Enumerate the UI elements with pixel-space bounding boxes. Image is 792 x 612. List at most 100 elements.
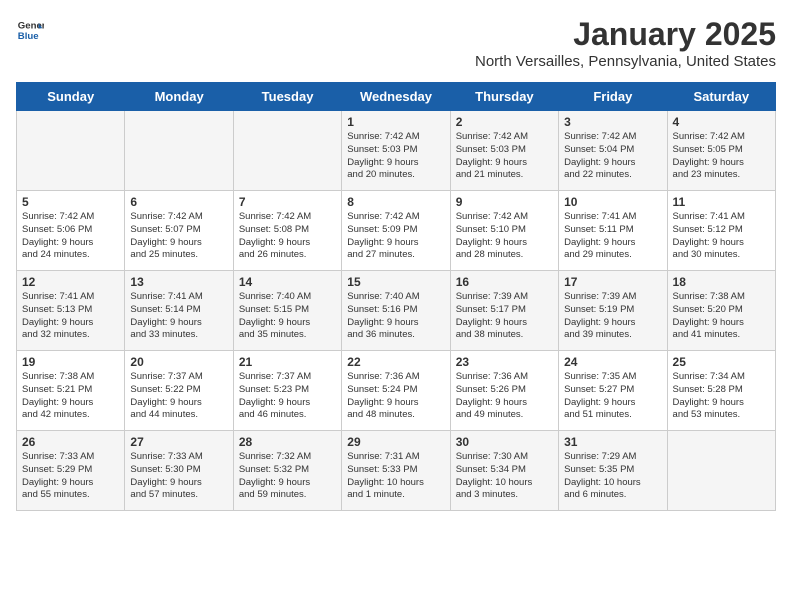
- day-number: 1: [347, 115, 444, 129]
- header: General Blue General Blue January 2025 N…: [16, 16, 776, 70]
- calendar-day-6: 6 Sunrise: 7:42 AM Sunset: 5:07 PM Daylig…: [125, 191, 233, 271]
- day-content: Sunrise: 7:37 AM Sunset: 5:22 PM Dayligh…: [130, 371, 227, 422]
- day-number: 24: [564, 355, 661, 369]
- day-number: 14: [239, 275, 336, 289]
- weekday-header-thursday: Thursday: [450, 83, 558, 111]
- day-number: 3: [564, 115, 661, 129]
- calendar-day-29: 29 Sunrise: 7:31 AM Sunset: 5:33 PM Dayli…: [342, 431, 450, 511]
- day-number: 18: [673, 275, 770, 289]
- calendar-day-31: 31 Sunrise: 7:29 AM Sunset: 5:35 PM Dayli…: [559, 431, 667, 511]
- day-number: 20: [130, 355, 227, 369]
- day-number: 15: [347, 275, 444, 289]
- calendar-day-25: 25 Sunrise: 7:34 AM Sunset: 5:28 PM Dayli…: [667, 351, 775, 431]
- day-content: Sunrise: 7:34 AM Sunset: 5:28 PM Dayligh…: [673, 371, 770, 422]
- calendar-day-26: 26 Sunrise: 7:33 AM Sunset: 5:29 PM Dayli…: [17, 431, 125, 511]
- day-content: Sunrise: 7:41 AM Sunset: 5:12 PM Dayligh…: [673, 211, 770, 262]
- day-number: 6: [130, 195, 227, 209]
- day-content: Sunrise: 7:36 AM Sunset: 5:24 PM Dayligh…: [347, 371, 444, 422]
- weekday-header-saturday: Saturday: [667, 83, 775, 111]
- day-number: 22: [347, 355, 444, 369]
- calendar-day-empty: [667, 431, 775, 511]
- day-number: 10: [564, 195, 661, 209]
- day-number: 4: [673, 115, 770, 129]
- calendar-day-27: 27 Sunrise: 7:33 AM Sunset: 5:30 PM Dayli…: [125, 431, 233, 511]
- day-number: 2: [456, 115, 553, 129]
- day-content: Sunrise: 7:40 AM Sunset: 5:16 PM Dayligh…: [347, 291, 444, 342]
- day-content: Sunrise: 7:37 AM Sunset: 5:23 PM Dayligh…: [239, 371, 336, 422]
- calendar-day-10: 10Sunrise: 7:41 AM Sunset: 5:11 PM Dayli…: [559, 191, 667, 271]
- day-number: 27: [130, 435, 227, 449]
- day-number: 19: [22, 355, 119, 369]
- day-content: Sunrise: 7:33 AM Sunset: 5:30 PM Dayligh…: [130, 451, 227, 502]
- calendar-day-4: 4 Sunrise: 7:42 AM Sunset: 5:05 PM Daylig…: [667, 111, 775, 191]
- title-section: January 2025 North Versailles, Pennsylva…: [475, 16, 776, 70]
- calendar-day-23: 23 Sunrise: 7:36 AM Sunset: 5:26 PM Dayli…: [450, 351, 558, 431]
- day-content: Sunrise: 7:31 AM Sunset: 5:33 PM Dayligh…: [347, 451, 444, 502]
- calendar-day-empty: [17, 111, 125, 191]
- day-number: 28: [239, 435, 336, 449]
- logo-icon: General Blue: [16, 16, 44, 44]
- day-content: Sunrise: 7:41 AM Sunset: 5:13 PM Dayligh…: [22, 291, 119, 342]
- weekday-header-tuesday: Tuesday: [233, 83, 341, 111]
- day-number: 17: [564, 275, 661, 289]
- day-content: Sunrise: 7:30 AM Sunset: 5:34 PM Dayligh…: [456, 451, 553, 502]
- day-content: Sunrise: 7:42 AM Sunset: 5:06 PM Dayligh…: [22, 211, 119, 262]
- day-content: Sunrise: 7:42 AM Sunset: 5:09 PM Dayligh…: [347, 211, 444, 262]
- calendar-day-20: 20 Sunrise: 7:37 AM Sunset: 5:22 PM Dayli…: [125, 351, 233, 431]
- calendar-day-30: 30Sunrise: 7:30 AM Sunset: 5:34 PM Dayli…: [450, 431, 558, 511]
- calendar-day-12: 12Sunrise: 7:41 AM Sunset: 5:13 PM Dayli…: [17, 271, 125, 351]
- weekday-header-wednesday: Wednesday: [342, 83, 450, 111]
- calendar-day-16: 16Sunrise: 7:39 AM Sunset: 5:17 PM Dayli…: [450, 271, 558, 351]
- calendar-day-2: 2 Sunrise: 7:42 AM Sunset: 5:03 PM Daylig…: [450, 111, 558, 191]
- day-content: Sunrise: 7:38 AM Sunset: 5:21 PM Dayligh…: [22, 371, 119, 422]
- day-content: Sunrise: 7:35 AM Sunset: 5:27 PM Dayligh…: [564, 371, 661, 422]
- day-number: 23: [456, 355, 553, 369]
- weekday-header-sunday: Sunday: [17, 83, 125, 111]
- calendar-week-row: 26 Sunrise: 7:33 AM Sunset: 5:29 PM Dayli…: [17, 431, 776, 511]
- calendar-day-21: 21Sunrise: 7:37 AM Sunset: 5:23 PM Dayli…: [233, 351, 341, 431]
- calendar-subtitle: North Versailles, Pennsylvania, United S…: [475, 53, 776, 70]
- day-number: 25: [673, 355, 770, 369]
- weekday-header-monday: Monday: [125, 83, 233, 111]
- day-content: Sunrise: 7:42 AM Sunset: 5:07 PM Dayligh…: [130, 211, 227, 262]
- day-number: 5: [22, 195, 119, 209]
- calendar-day-15: 15 Sunrise: 7:40 AM Sunset: 5:16 PM Dayli…: [342, 271, 450, 351]
- day-content: Sunrise: 7:36 AM Sunset: 5:26 PM Dayligh…: [456, 371, 553, 422]
- calendar-day-14: 14Sunrise: 7:40 AM Sunset: 5:15 PM Dayli…: [233, 271, 341, 351]
- calendar-day-8: 8Sunrise: 7:42 AM Sunset: 5:09 PM Daylig…: [342, 191, 450, 271]
- day-number: 31: [564, 435, 661, 449]
- calendar-day-28: 28 Sunrise: 7:32 AM Sunset: 5:32 PM Dayli…: [233, 431, 341, 511]
- day-content: Sunrise: 7:42 AM Sunset: 5:05 PM Dayligh…: [673, 131, 770, 182]
- calendar-week-row: 5 Sunrise: 7:42 AM Sunset: 5:06 PM Daylig…: [17, 191, 776, 271]
- day-content: Sunrise: 7:32 AM Sunset: 5:32 PM Dayligh…: [239, 451, 336, 502]
- day-number: 29: [347, 435, 444, 449]
- calendar-day-3: 3 Sunrise: 7:42 AM Sunset: 5:04 PM Daylig…: [559, 111, 667, 191]
- calendar-day-empty: [233, 111, 341, 191]
- day-content: Sunrise: 7:42 AM Sunset: 5:08 PM Dayligh…: [239, 211, 336, 262]
- day-content: Sunrise: 7:29 AM Sunset: 5:35 PM Dayligh…: [564, 451, 661, 502]
- calendar-title: January 2025: [475, 16, 776, 53]
- day-number: 16: [456, 275, 553, 289]
- calendar-day-22: 22 Sunrise: 7:36 AM Sunset: 5:24 PM Dayli…: [342, 351, 450, 431]
- day-content: Sunrise: 7:39 AM Sunset: 5:19 PM Dayligh…: [564, 291, 661, 342]
- day-number: 13: [130, 275, 227, 289]
- calendar-day-18: 18Sunrise: 7:38 AM Sunset: 5:20 PM Dayli…: [667, 271, 775, 351]
- calendar-week-row: 1 Sunrise: 7:42 AM Sunset: 5:03 PM Daylig…: [17, 111, 776, 191]
- weekday-header-row: SundayMondayTuesdayWednesdayThursdayFrid…: [17, 83, 776, 111]
- day-number: 9: [456, 195, 553, 209]
- day-content: Sunrise: 7:42 AM Sunset: 5:03 PM Dayligh…: [456, 131, 553, 182]
- day-number: 7: [239, 195, 336, 209]
- calendar-day-17: 17 Sunrise: 7:39 AM Sunset: 5:19 PM Dayli…: [559, 271, 667, 351]
- day-content: Sunrise: 7:41 AM Sunset: 5:14 PM Dayligh…: [130, 291, 227, 342]
- day-number: 11: [673, 195, 770, 209]
- calendar-day-19: 19 Sunrise: 7:38 AM Sunset: 5:21 PM Dayli…: [17, 351, 125, 431]
- calendar-day-24: 24 Sunrise: 7:35 AM Sunset: 5:27 PM Dayli…: [559, 351, 667, 431]
- calendar-day-5: 5 Sunrise: 7:42 AM Sunset: 5:06 PM Daylig…: [17, 191, 125, 271]
- calendar-day-11: 11 Sunrise: 7:41 AM Sunset: 5:12 PM Dayli…: [667, 191, 775, 271]
- day-content: Sunrise: 7:33 AM Sunset: 5:29 PM Dayligh…: [22, 451, 119, 502]
- calendar-day-9: 9Sunrise: 7:42 AM Sunset: 5:10 PM Daylig…: [450, 191, 558, 271]
- calendar-day-empty: [125, 111, 233, 191]
- day-content: Sunrise: 7:42 AM Sunset: 5:04 PM Dayligh…: [564, 131, 661, 182]
- weekday-header-friday: Friday: [559, 83, 667, 111]
- day-number: 26: [22, 435, 119, 449]
